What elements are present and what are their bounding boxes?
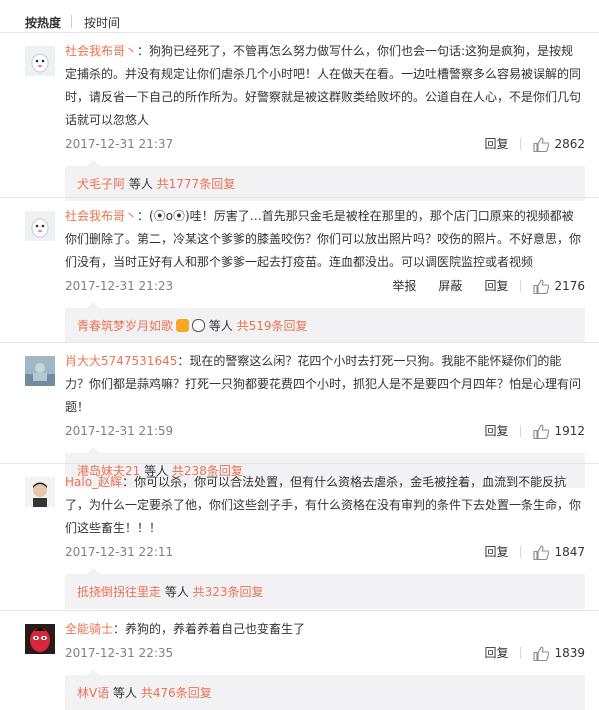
comment-body: ：狗狗已经死了，不管再怎么努力做写什么，你们也会一句话:这狗是疯狗，是按规定捕杀… (65, 44, 582, 127)
report-button[interactable]: 举报 (392, 274, 416, 298)
reply-button[interactable]: 回复 (484, 419, 508, 443)
comment-item: 全能骑士：养狗的，养着养着自己也变畜生了 2017-12-31 22:35 回复… (0, 610, 599, 710)
comment-actions: 回复 1839 (462, 641, 585, 665)
comment-time: 2017-12-31 21:59 (65, 424, 174, 438)
action-divider (520, 138, 522, 150)
reply-count-link[interactable]: 共476条回复 (141, 686, 212, 700)
reply-etc: 等人 (125, 177, 157, 191)
thumbs-up-icon (533, 646, 550, 661)
sort-by-hot-tab[interactable]: 按热度 (25, 14, 61, 31)
comment-text: 全能骑士：养狗的，养着养着自己也变畜生了 (65, 618, 585, 641)
reply-button[interactable]: 回复 (484, 274, 508, 298)
reply-user[interactable]: 青春筑梦岁月如歌 (77, 319, 173, 333)
thumbs-up-icon (533, 137, 550, 152)
like-button[interactable]: 2176 (533, 274, 585, 298)
comment-username[interactable]: 肖大大5747531645 (65, 354, 177, 368)
comment-username[interactable]: 全能骑士 (65, 622, 113, 636)
avatar[interactable] (25, 46, 55, 76)
comment-meta: 2017-12-31 21:37 回复 2862 (65, 132, 585, 156)
comment-item: 社会我布哥丶：狗狗已经死了，不管再怎么努力做写什么，你们也会一句话:这狗是疯狗，… (0, 32, 599, 201)
reply-etc: 等人 (205, 319, 237, 333)
reply-arrow (87, 568, 99, 574)
comment-username[interactable]: 社会我布哥丶 (65, 44, 137, 58)
reply-button[interactable]: 回复 (484, 540, 508, 564)
avatar[interactable] (25, 356, 55, 386)
thumbs-up-icon (533, 424, 550, 439)
action-divider (520, 647, 522, 659)
thumbs-up-icon (533, 545, 550, 560)
comment-body: ：(⦿o⦿)哇！厉害了…首先那只金毛是被栓在那里的，那个店门口原来的视频都被你们… (65, 209, 582, 269)
comment-text: 社会我布哥丶：(⦿o⦿)哇！厉害了…首先那只金毛是被栓在那里的，那个店门口原来的… (65, 205, 585, 274)
reply-button[interactable]: 回复 (484, 132, 508, 156)
comment-actions: 回复 1847 (462, 540, 585, 564)
comment-text: 社会我布哥丶：狗狗已经死了，不管再怎么努力做写什么，你们也会一句话:这狗是疯狗，… (65, 40, 585, 132)
comment-text: 肖大大5747531645：现在的警察这么闲？花四个小时去打死一只狗。我能不能怀… (65, 350, 585, 419)
reply-user[interactable]: 林V语 (77, 686, 109, 700)
thumbs-up-icon (533, 279, 550, 294)
comment-username[interactable]: 社会我布哥丶 (65, 209, 137, 223)
action-divider (520, 280, 522, 292)
reply-etc: 等人 (109, 686, 141, 700)
comment-actions: 回复 2862 (462, 132, 585, 156)
comment-item: 社会我布哥丶：(⦿o⦿)哇！厉害了…首先那只金毛是被栓在那里的，那个店门口原来的… (0, 197, 599, 343)
comment-meta: 2017-12-31 21:23 举报 屏蔽 回复 2176 (65, 274, 585, 298)
comment-actions: 回复 1912 (462, 419, 585, 443)
comment-body: ：养狗的，养着养着自己也变畜生了 (113, 622, 306, 636)
comment-meta: 2017-12-31 21:59 回复 1912 (65, 419, 585, 443)
reply-etc: 等人 (161, 585, 193, 599)
comment-time: 2017-12-31 22:11 (65, 545, 174, 559)
like-button[interactable]: 1839 (533, 641, 585, 665)
reply-arrow (87, 669, 99, 675)
like-count: 1847 (554, 545, 585, 559)
comment-body: ：你可以杀，你可以合法处置，但有什么资格去虐杀，金毛被拴着，血流到不能反抗了，为… (65, 475, 582, 535)
avatar[interactable] (25, 211, 55, 241)
comment-time: 2017-12-31 22:35 (65, 646, 174, 660)
reply-user[interactable]: 抵挠倒拐往里走 (77, 585, 161, 599)
sort-by-time-tab[interactable]: 按时间 (84, 14, 120, 31)
reply-count-link[interactable]: 共1777条回复 (157, 177, 236, 191)
sort-divider (71, 15, 72, 28)
comment-meta: 2017-12-31 22:11 回复 1847 (65, 540, 585, 564)
comment-time: 2017-12-31 21:23 (65, 279, 174, 293)
reply-summary[interactable]: 林V语 等人 共476条回复 (65, 669, 585, 710)
block-button[interactable]: 屏蔽 (438, 274, 462, 298)
like-button[interactable]: 2862 (533, 132, 585, 156)
reply-arrow (87, 160, 99, 166)
comment-item: 肖大大5747531645：现在的警察这么闲？花四个小时去打死一只狗。我能不能怀… (0, 342, 599, 488)
reply-user[interactable]: 犬毛子阿 (77, 177, 125, 191)
avatar[interactable] (25, 624, 55, 654)
like-count: 2862 (554, 137, 585, 151)
like-button[interactable]: 1847 (533, 540, 585, 564)
comment-list: 社会我布哥丶：狗狗已经死了，不管再怎么努力做写什么，你们也会一句话:这狗是疯狗，… (0, 32, 599, 710)
like-button[interactable]: 1912 (533, 419, 585, 443)
comment-item: Halo_赵辉：你可以杀，你可以合法处置，但有什么资格去虐杀，金毛被拴着，血流到… (0, 463, 599, 609)
vip-badge-icon (176, 319, 190, 332)
comment-time: 2017-12-31 21:37 (65, 137, 174, 151)
reply-arrow (87, 302, 99, 308)
reply-summary[interactable]: 犬毛子阿 等人 共1777条回复 (65, 160, 585, 201)
reply-summary[interactable]: 青春筑梦岁月如歌 等人 共519条回复 (65, 302, 585, 343)
comment-username[interactable]: Halo_赵辉 (65, 475, 122, 489)
comment-meta: 2017-12-31 22:35 回复 1839 (65, 641, 585, 665)
reply-summary[interactable]: 抵挠倒拐往里走 等人 共323条回复 (65, 568, 585, 609)
panda-badge-icon (192, 319, 206, 332)
action-divider (520, 546, 522, 558)
comment-actions: 举报 屏蔽 回复 2176 (370, 274, 585, 298)
avatar[interactable] (25, 477, 55, 507)
like-count: 2176 (554, 279, 585, 293)
reply-arrow (87, 447, 99, 453)
like-count: 1839 (554, 646, 585, 660)
reply-count-link[interactable]: 共519条回复 (237, 319, 308, 333)
reply-count-link[interactable]: 共323条回复 (193, 585, 264, 599)
like-count: 1912 (554, 424, 585, 438)
comment-text: Halo_赵辉：你可以杀，你可以合法处置，但有什么资格去虐杀，金毛被拴着，血流到… (65, 471, 585, 540)
reply-button[interactable]: 回复 (484, 641, 508, 665)
action-divider (520, 425, 522, 437)
